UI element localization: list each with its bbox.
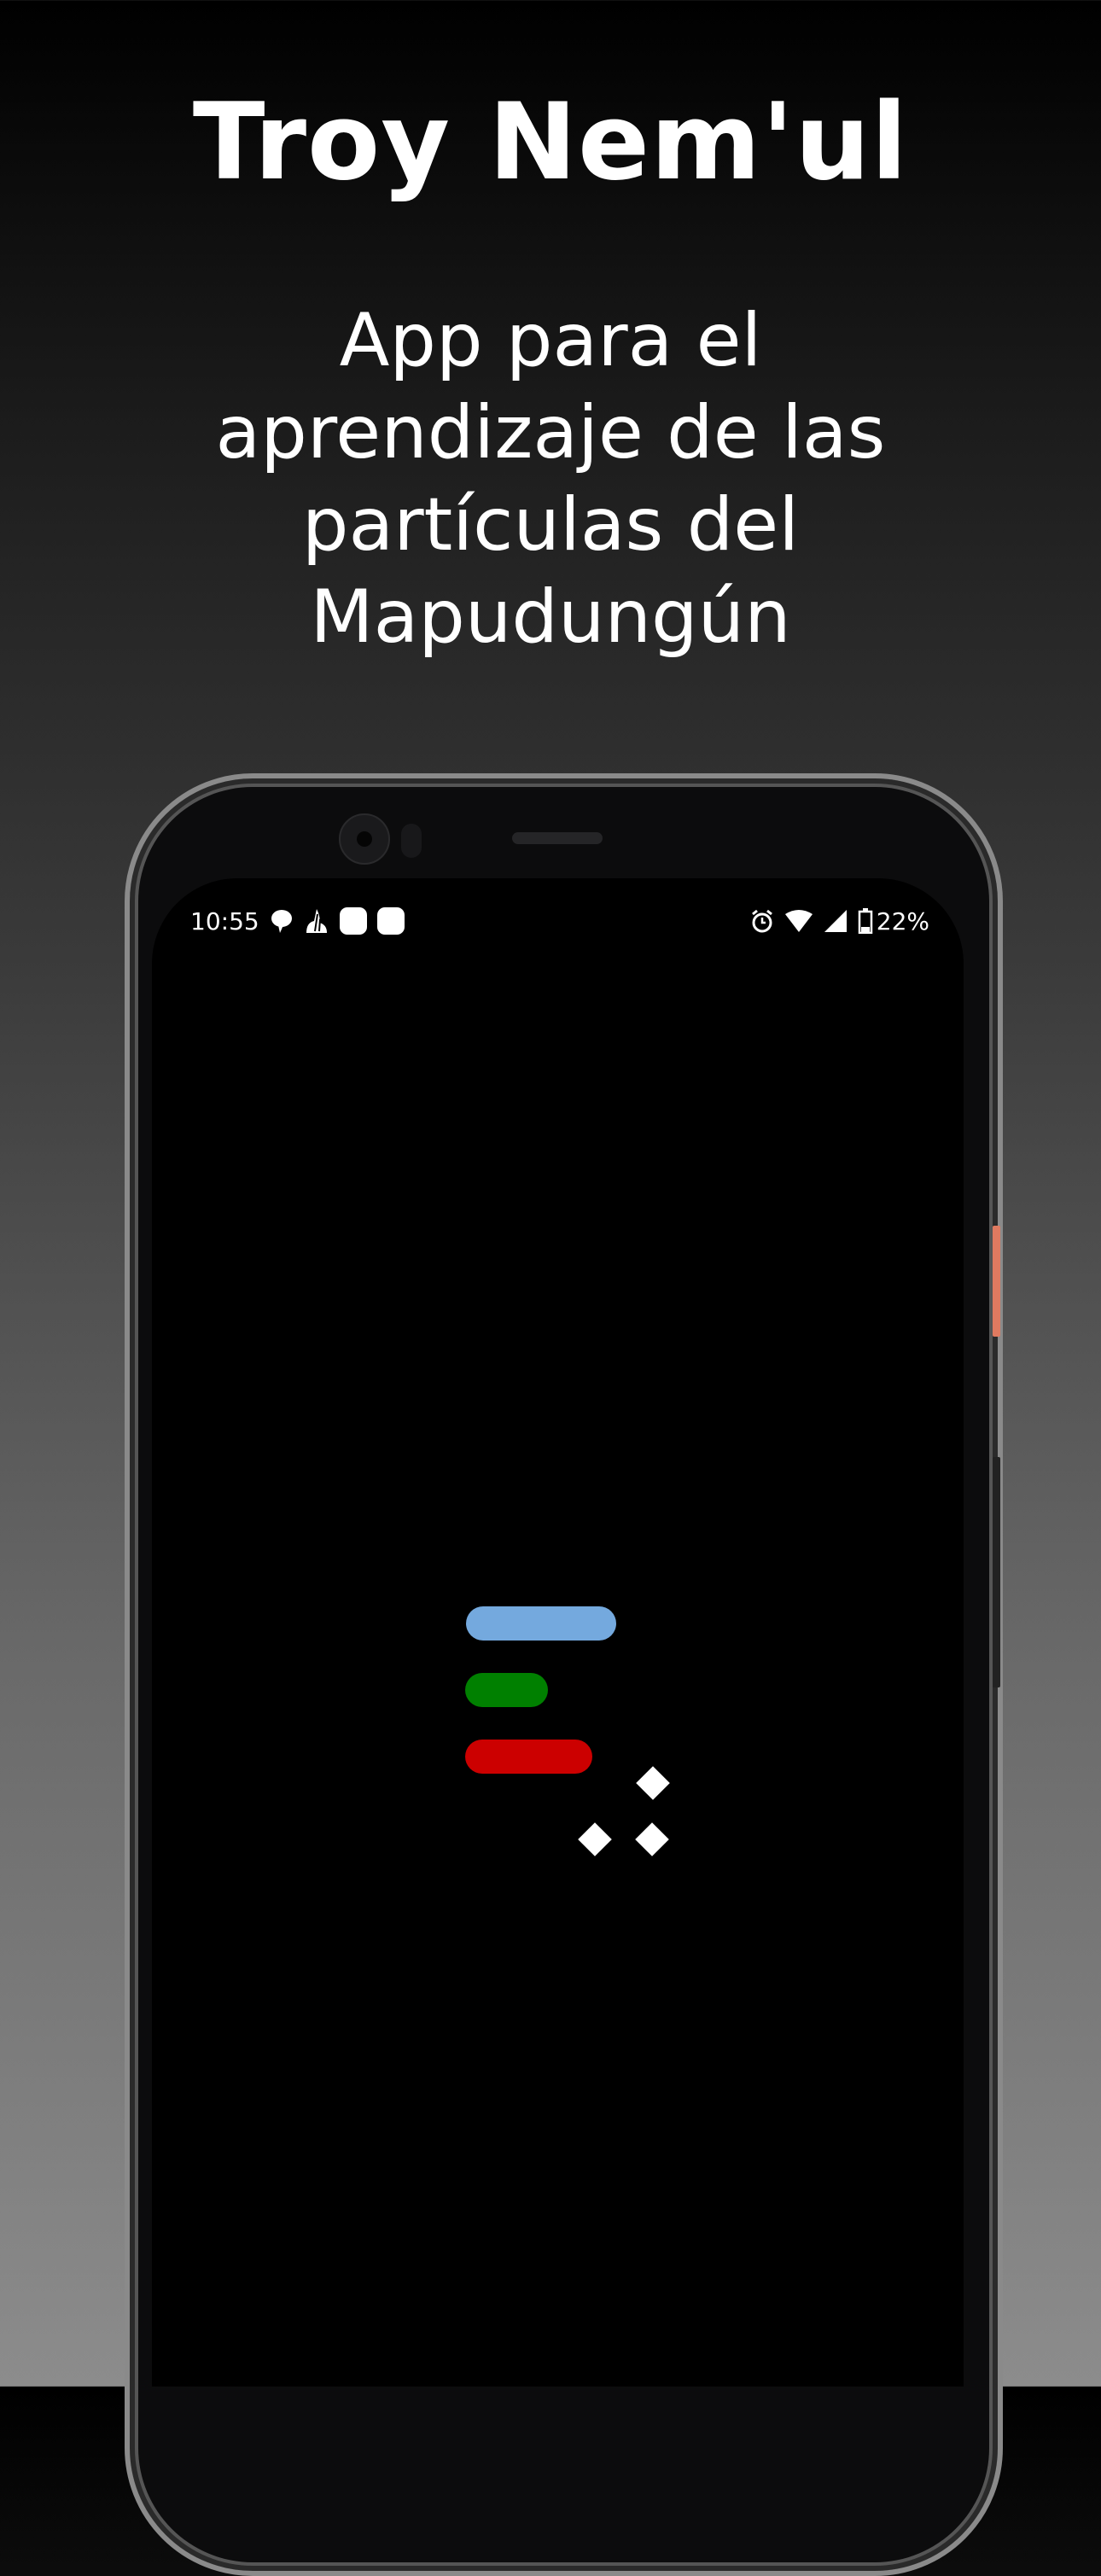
phone-screen: 10:55 22% — [152, 878, 964, 2387]
earpiece-speaker — [512, 832, 603, 844]
power-button — [993, 1226, 1000, 1337]
flame-app-icon — [306, 909, 327, 933]
logo-diamond — [578, 1822, 612, 1856]
logo-diamond — [636, 1766, 670, 1800]
alarm-icon — [751, 909, 772, 933]
status-time: 10:55 — [190, 906, 259, 935]
app-title: Troy Nem'ul — [192, 81, 909, 204]
signal-icon — [824, 910, 847, 932]
battery-icon — [858, 908, 873, 934]
front-camera-icon — [339, 813, 390, 865]
status-bar: 10:55 22% — [190, 904, 929, 938]
logo-diamond — [635, 1822, 669, 1856]
app-notification-icon — [339, 907, 367, 935]
subtitle-line: App para el — [339, 298, 762, 383]
chat-bubble-icon — [271, 910, 292, 933]
battery-percent: 22% — [876, 906, 929, 935]
app-subtitle: App para el aprendizaje de las partícula… — [0, 294, 1101, 663]
subtitle-line: aprendizaje de las — [215, 390, 886, 475]
logo-bar-green — [465, 1673, 548, 1707]
wifi-icon — [784, 910, 813, 932]
sensor — [401, 824, 422, 858]
subtitle-line: partículas del — [301, 482, 800, 568]
logo-bar-red — [465, 1740, 592, 1774]
subtitle-line: Mapudungún — [310, 574, 791, 660]
logo-bar-blue — [466, 1606, 616, 1641]
app-notification-icon — [376, 907, 405, 935]
volume-button — [993, 1457, 1000, 1687]
